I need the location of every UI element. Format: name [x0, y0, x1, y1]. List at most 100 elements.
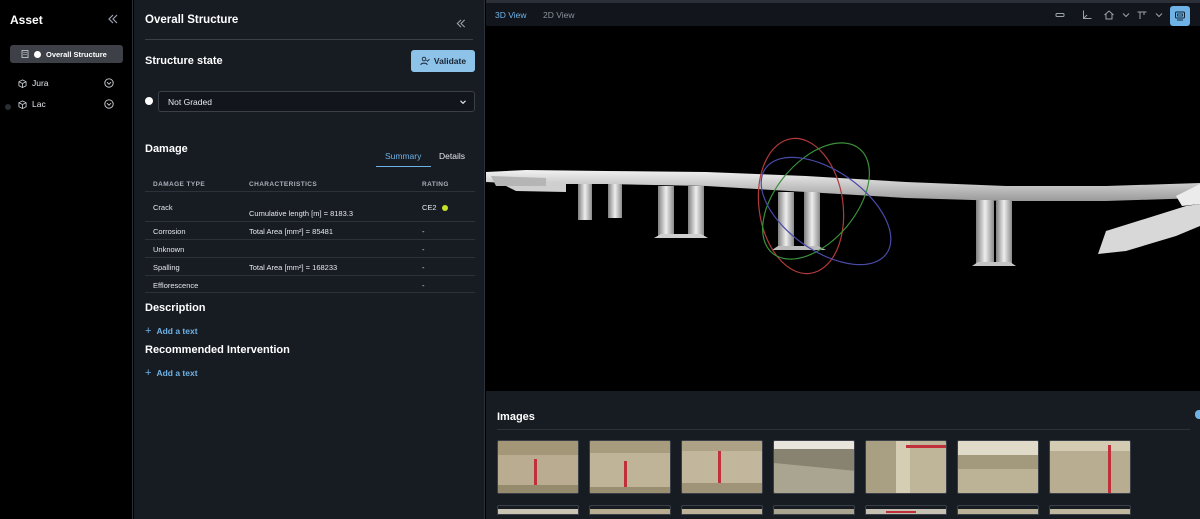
bridge-pier [804, 192, 820, 248]
view-panel: 3D View 2D View Images [486, 0, 1200, 519]
state-indicator-dot [145, 97, 153, 105]
image-thumbnail[interactable] [497, 440, 579, 494]
image-thumbnail[interactable] [589, 440, 671, 494]
image-thumbnail[interactable] [773, 440, 855, 494]
axes-icon[interactable] [1081, 9, 1093, 21]
tab-2d-view[interactable]: 2D View [543, 10, 575, 20]
add-text-label: Add a text [156, 326, 198, 336]
active-tab-indicator [376, 166, 431, 167]
damage-rating: - [422, 281, 425, 290]
table-row[interactable]: Corrosion Total Area [mm²] = 85481 - [145, 221, 475, 239]
damage-type: Corrosion [153, 227, 186, 236]
detail-panel-title: Overall Structure [145, 14, 239, 26]
column-header: CHARACTERISTICS [249, 181, 318, 188]
view-toolbar: 3D View 2D View [486, 0, 1200, 26]
images-title: Images [497, 411, 535, 423]
validate-label: Validate [433, 56, 467, 66]
damage-rating: - [422, 263, 425, 272]
overall-structure-button[interactable]: Overall Structure [10, 45, 123, 63]
image-thumbnail[interactable] [1049, 440, 1131, 494]
collapse-panel-icon[interactable] [108, 13, 118, 25]
table-row[interactable]: Efflorescence - [145, 275, 475, 293]
damage-type: Spalling [153, 263, 180, 272]
tab-3d-view[interactable]: 3D View [495, 10, 527, 20]
tree-item-label: Lac [32, 99, 46, 109]
user-check-icon [420, 56, 430, 66]
bridge-pier [658, 186, 674, 238]
overall-structure-label: Overall Structure [46, 49, 107, 59]
measure-icon[interactable] [1136, 9, 1148, 21]
image-thumbnail[interactable] [773, 505, 855, 515]
bridge-pier [578, 184, 592, 220]
image-thumbnail[interactable] [681, 505, 763, 515]
validate-button[interactable]: Validate [411, 50, 475, 72]
damage-type: Crack [153, 203, 173, 212]
image-thumbnail[interactable] [865, 440, 947, 494]
status-dot [34, 50, 41, 58]
table-row[interactable]: Unknown - [145, 239, 475, 257]
image-thumbnail[interactable] [497, 505, 579, 515]
asset-panel: Asset Overall Structure Jura Lac [0, 0, 133, 519]
divider [497, 429, 1190, 430]
damage-rating: - [422, 227, 425, 236]
add-intervention-button[interactable]: + Add a text [145, 367, 198, 379]
plus-icon: + [145, 366, 152, 379]
image-thumbnail[interactable] [865, 505, 947, 515]
damage-type: Efflorescence [153, 281, 199, 290]
bridge-model [486, 137, 1200, 275]
layers-icon [1175, 11, 1185, 21]
chevron-down-icon [460, 100, 466, 105]
tree-indicator-dot [5, 104, 11, 110]
images-section: Images [486, 391, 1200, 519]
damage-characteristics: Cumulative length [m] = 8183.3 [249, 209, 354, 218]
cube-icon [18, 78, 27, 88]
collapse-panel-icon[interactable] [456, 16, 466, 28]
chevron-down-circle-icon[interactable] [104, 78, 114, 88]
rating-dot [441, 205, 448, 212]
damage-title: Damage [145, 143, 188, 155]
damage-type: Unknown [153, 245, 185, 254]
image-thumbnail[interactable] [1049, 505, 1131, 515]
damage-rating: CE2 [422, 203, 448, 212]
grade-select-value: Not Graded [168, 97, 212, 107]
image-thumbnail[interactable] [589, 505, 671, 515]
image-thumbnail[interactable] [957, 440, 1039, 494]
chevron-down-icon[interactable] [1120, 9, 1132, 21]
plus-icon: + [145, 324, 152, 337]
damage-rating: - [422, 245, 425, 254]
recommended-intervention-title: Recommended Intervention [145, 344, 290, 356]
damage-characteristics: Total Area [mm²] = 85481 [249, 227, 334, 236]
image-thumbnail[interactable] [681, 440, 763, 494]
chevron-down-circle-icon[interactable] [104, 99, 114, 109]
chevron-down-icon[interactable] [1153, 9, 1165, 21]
building-icon [21, 50, 29, 58]
tree-item-lac[interactable]: Lac [18, 97, 118, 111]
structure-state-title: Structure state [145, 55, 223, 67]
bridge-pier [608, 184, 622, 218]
damage-characteristics: Total Area [mm²] = 168233 [249, 263, 338, 272]
scroll-indicator[interactable] [1195, 410, 1200, 419]
layers-button[interactable] [1170, 6, 1190, 26]
detail-panel: Overall Structure Structure state Valida… [134, 0, 485, 519]
bridge-pier [996, 200, 1012, 264]
bridge-pier [976, 200, 994, 266]
home-icon[interactable] [1103, 9, 1115, 21]
bridge-pier [688, 186, 704, 238]
add-description-button[interactable]: + Add a text [145, 325, 198, 337]
image-thumbnail[interactable] [957, 505, 1039, 515]
table-row[interactable]: Crack Cumulative length [m] = 8183.3 CE2 [145, 191, 475, 221]
column-header: DAMAGE TYPE [153, 181, 206, 188]
3d-viewport[interactable] [486, 26, 1200, 391]
table-row[interactable]: Spalling Total Area [mm²] = 168233 - [145, 257, 475, 275]
grade-select[interactable]: Not Graded [158, 91, 475, 112]
column-header: RATING [422, 181, 449, 188]
asset-panel-title: Asset [10, 13, 43, 27]
cube-icon [18, 99, 27, 109]
divider [145, 39, 473, 40]
tree-item-jura[interactable]: Jura [18, 76, 118, 90]
description-title: Description [145, 302, 206, 314]
tab-details[interactable]: Details [439, 151, 465, 161]
frame-icon[interactable] [1054, 9, 1066, 21]
add-text-label: Add a text [156, 368, 198, 378]
tab-summary[interactable]: Summary [385, 151, 421, 161]
